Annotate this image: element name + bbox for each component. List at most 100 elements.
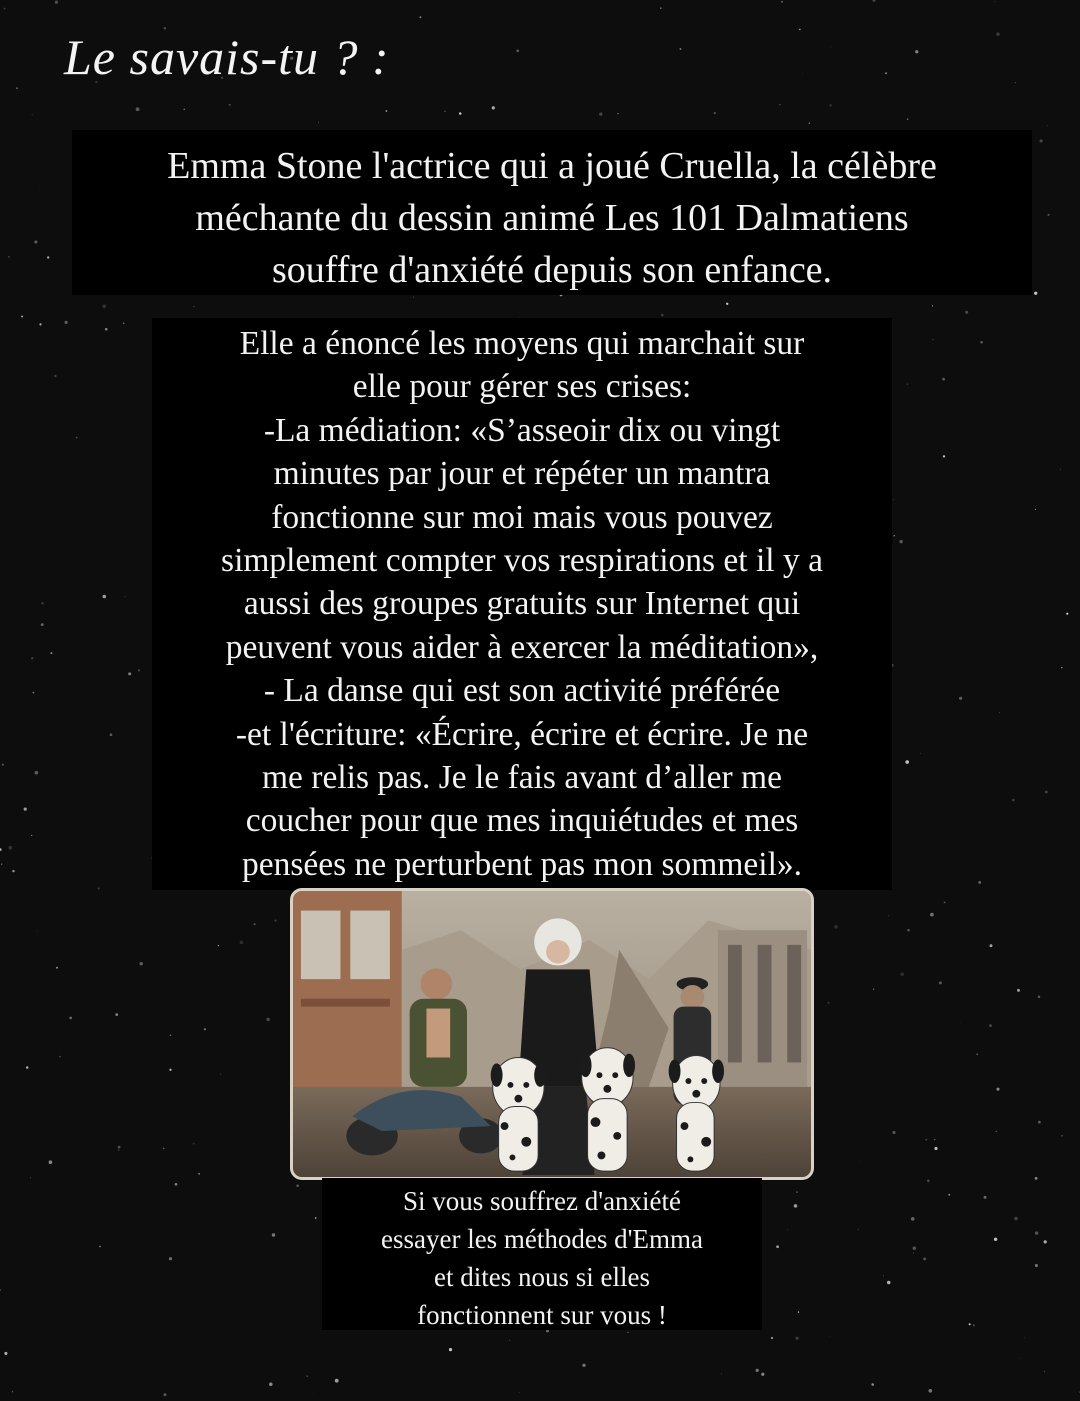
star-speck — [993, 1237, 998, 1242]
star-speck — [906, 118, 909, 120]
star-speck — [413, 296, 415, 298]
outro-text-block: Si vous souffrez d'anxiété essayer les m… — [322, 1178, 762, 1330]
star-speck — [931, 305, 934, 307]
star-speck — [220, 1073, 221, 1075]
star-speck — [1012, 798, 1015, 802]
star-speck — [886, 1280, 891, 1285]
star-speck — [888, 915, 890, 917]
star-speck — [834, 924, 838, 929]
star-speck — [1061, 1135, 1063, 1137]
star-speck — [906, 383, 909, 385]
star-speck — [169, 1068, 172, 1071]
star-speck — [448, 1347, 453, 1352]
star-speck — [892, 498, 894, 500]
intro-line: méchante du dessin animé Les 101 Dalmati… — [195, 197, 909, 239]
outro-line: et dites nous si elles — [434, 1262, 650, 1292]
star-speck — [21, 315, 24, 318]
star-speck — [271, 1233, 276, 1237]
star-speck — [64, 320, 68, 324]
star-speck — [802, 73, 803, 75]
outro-line: Si vous souffrez d'anxiété — [402, 1186, 682, 1216]
star-speck — [99, 1245, 101, 1248]
star-speck — [830, 46, 832, 48]
star-speck — [899, 539, 903, 544]
star-speck — [761, 1372, 765, 1376]
star-speck — [934, 1146, 938, 1151]
star-speck — [36, 930, 38, 932]
star-speck — [59, 1055, 61, 1058]
star-speck — [128, 672, 132, 676]
star-speck — [25, 1066, 29, 1069]
star-speck — [1043, 1371, 1045, 1373]
star-speck — [54, 374, 57, 378]
outro-line: fonctionnent sur vous ! — [417, 1300, 667, 1330]
star-speck — [755, 1368, 759, 1373]
star-speck — [444, 110, 446, 113]
star-speck — [491, 106, 495, 110]
star-speck — [516, 49, 519, 53]
star-speck — [980, 340, 983, 344]
star-speck — [799, 28, 801, 31]
star-speck — [679, 48, 682, 50]
star-speck — [193, 306, 195, 307]
star-speck — [39, 190, 41, 191]
star-speck — [582, 1363, 586, 1368]
star-speck — [69, 1016, 73, 1020]
body-line: -La médiation: «S’asseoir dix ou vingt — [263, 411, 781, 449]
star-speck — [943, 901, 946, 904]
star-speck — [4, 1351, 8, 1355]
star-speck — [795, 1336, 799, 1340]
star-speck — [872, 988, 875, 990]
star-speck — [104, 327, 108, 331]
star-speck — [965, 310, 969, 314]
star-speck — [938, 981, 942, 985]
intro-text-block: Emma Stone l'actrice qui a joué Cruella,… — [72, 130, 1032, 295]
star-speck — [928, 1388, 933, 1393]
star-speck — [124, 596, 126, 598]
body-line: - La danse qui est son activité préférée — [263, 672, 781, 710]
star-speck — [239, 940, 244, 945]
star-speck — [0, 1289, 1, 1291]
star-speck — [1066, 612, 1069, 615]
star-speck — [1061, 667, 1063, 669]
star-speck — [713, 111, 716, 115]
body-line: -et l'écriture: «Écrire, écrire et écrir… — [235, 715, 809, 753]
star-speck — [269, 1382, 273, 1387]
star-speck — [115, 1013, 119, 1016]
star-speck — [48, 1160, 53, 1164]
outro-line: essayer les méthodes d'Emma — [380, 1224, 704, 1254]
star-speck — [1043, 1240, 1047, 1244]
star-speck — [117, 1145, 121, 1149]
body-text-block: Elle a énoncé les moyens qui marchait su… — [152, 318, 892, 890]
star-speck — [34, 240, 38, 244]
body-line: coucher pour que mes inquiétudes et mes — [245, 802, 799, 840]
star-speck — [102, 594, 107, 599]
star-speck — [1, 763, 4, 766]
star-speck — [1034, 291, 1038, 295]
star-speck — [137, 669, 141, 672]
body-line: me relis pas. Je le fais avant d’aller m… — [262, 759, 782, 797]
body-line: aussi des groupes gratuits sur Internet … — [243, 585, 801, 623]
star-speck — [1, 863, 3, 865]
star-speck — [46, 256, 50, 259]
star-speck — [934, 1138, 936, 1141]
star-speck — [1059, 468, 1061, 470]
star-speck — [913, 1252, 915, 1254]
star-speck — [306, 1375, 308, 1377]
star-speck — [217, 944, 220, 947]
body-line: simplement compter vos respirations et i… — [221, 542, 823, 580]
star-speck — [1014, 1216, 1018, 1221]
star-speck — [915, 50, 919, 54]
star-speck — [948, 1193, 951, 1196]
star-speck — [314, 1217, 317, 1219]
star-speck — [139, 961, 143, 966]
star-speck — [458, 112, 462, 115]
star-speck — [996, 32, 1000, 36]
star-speck — [989, 944, 993, 948]
star-speck — [1044, 790, 1048, 794]
star-speck — [50, 652, 53, 655]
star-speck — [30, 1177, 32, 1179]
star-speck — [893, 535, 895, 537]
star-speck — [996, 1087, 1000, 1091]
star-speck — [660, 7, 662, 9]
